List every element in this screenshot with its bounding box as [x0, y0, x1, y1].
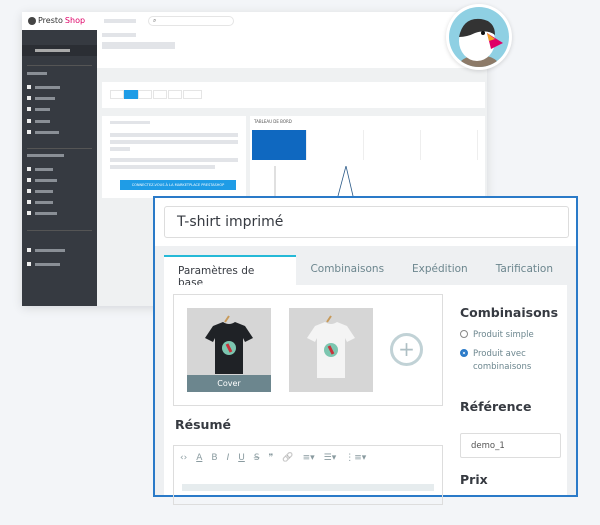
radio-checked-icon[interactable]	[460, 349, 468, 357]
radio-product-with-combinations[interactable]: Produit avec combinaisons	[460, 348, 531, 374]
tab-combinations[interactable]: Combinaisons	[296, 255, 398, 285]
combinations-heading: Combinaisons	[460, 305, 559, 320]
price-heading: Prix	[460, 472, 488, 487]
product-title-input[interactable]: T-shirt imprimé	[164, 206, 569, 238]
numbered-list-icon[interactable]: ⋮≡▾	[345, 453, 366, 463]
product-tabs: Paramètres de base Combinaisons Expéditi…	[164, 255, 567, 289]
bullet-list-icon[interactable]: ☰▾	[324, 453, 337, 463]
product-image[interactable]	[289, 308, 373, 392]
add-image-button[interactable]: +	[390, 333, 423, 366]
radio-icon[interactable]	[460, 330, 468, 338]
bold-icon[interactable]: B	[211, 453, 217, 463]
product-image-cover[interactable]: Cover	[187, 308, 271, 392]
product-editor-card: T-shirt imprimé Paramètres de base Combi…	[153, 196, 578, 505]
link-icon[interactable]: 🔗	[282, 453, 293, 463]
connect-marketplace-button[interactable]: CONNECTEZ-VOUS À LA MARKETPLACE PRESTASH…	[120, 180, 236, 190]
editor-toolbar: ‹› A B I U S̶ ❞ 🔗 ≡▾ ☰▾ ⋮≡▾	[174, 446, 442, 470]
editor-text-placeholder	[182, 484, 434, 491]
cover-label: Cover	[187, 375, 271, 392]
image-gallery: Cover +	[173, 294, 443, 406]
text-color-icon[interactable]: A	[196, 453, 202, 463]
italic-icon[interactable]: I	[227, 453, 230, 463]
align-icon[interactable]: ≡▾	[303, 453, 315, 463]
tab-pricing[interactable]: Tarification	[482, 255, 567, 285]
tab-shipping[interactable]: Expédition	[398, 255, 482, 285]
sidebar	[22, 30, 97, 306]
strikethrough-icon[interactable]: S̶	[254, 453, 260, 463]
reference-input[interactable]: demo_1	[460, 433, 561, 458]
prestashop-logo: Presto Shop	[28, 16, 85, 25]
summary-editor[interactable]: ‹› A B I U S̶ ❞ 🔗 ≡▾ ☰▾ ⋮≡▾	[173, 445, 443, 505]
prestashop-mascot-avatar	[446, 4, 512, 70]
top-bar: Presto Shop ⌕	[22, 12, 487, 30]
radio-simple-product[interactable]: Produit simple	[460, 329, 534, 342]
white-tshirt-image	[307, 315, 355, 378]
code-icon[interactable]: ‹›	[180, 453, 187, 463]
tab-basic-settings[interactable]: Paramètres de base	[164, 255, 297, 289]
summary-heading: Résumé	[175, 417, 231, 432]
underline-icon[interactable]: U	[238, 453, 245, 463]
quote-icon[interactable]: ❞	[269, 453, 274, 463]
reference-heading: Référence	[460, 399, 532, 414]
search-input[interactable]: ⌕	[148, 16, 234, 26]
